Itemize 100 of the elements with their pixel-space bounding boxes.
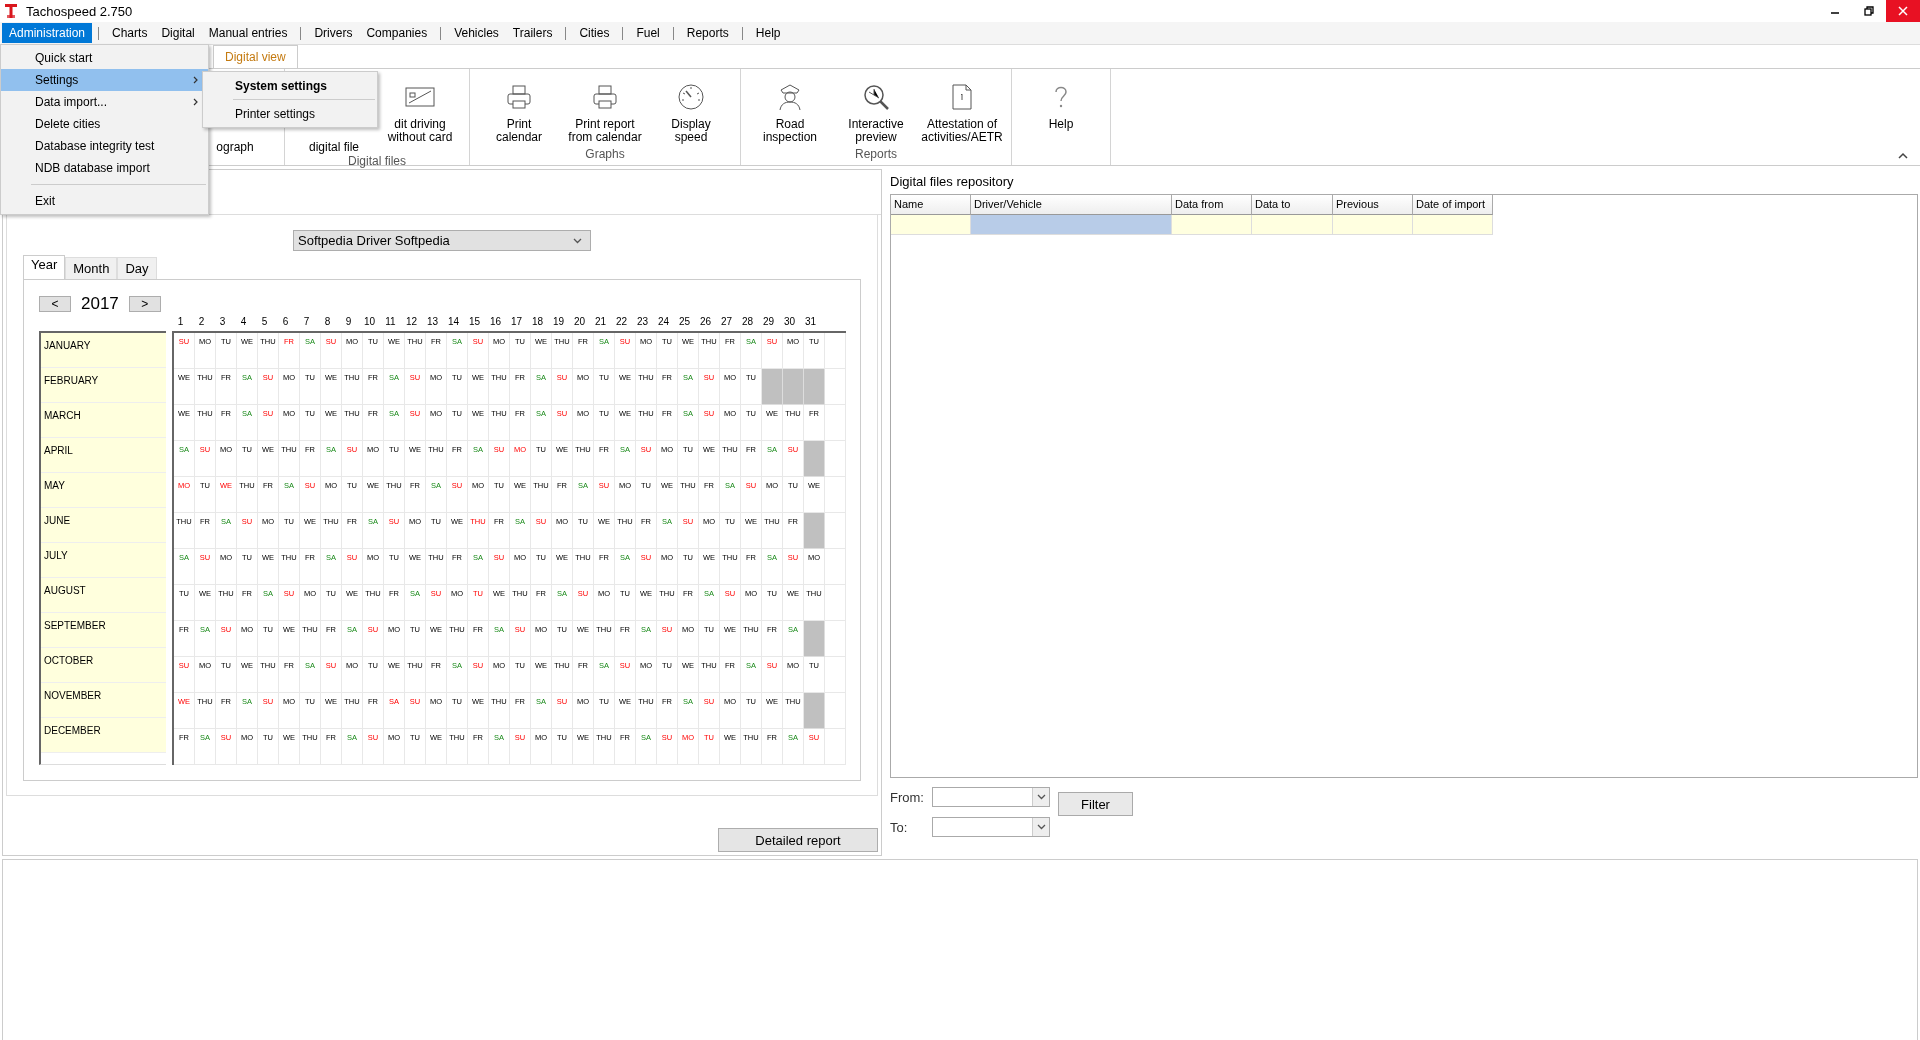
month-label: MARCH [41, 403, 166, 438]
day-number: 1 [176, 316, 185, 329]
table-cell[interactable] [1333, 215, 1413, 235]
unavailable-day-cell [804, 369, 825, 405]
panel-title: Digital files repository [890, 174, 1015, 189]
menu-item[interactable]: Settings [1, 69, 208, 91]
menu-item[interactable]: Reports [679, 23, 736, 43]
menu-item[interactable]: Fuel [629, 23, 667, 43]
chevron-down-icon [1036, 824, 1046, 830]
ribbon-tab[interactable]: Digital view [213, 45, 298, 68]
ribbon-button-label[interactable]: Attestation of activities/AETR [919, 115, 1005, 144]
day-number: 27 [719, 316, 734, 329]
view-tab[interactable]: Year [23, 255, 66, 279]
blank-day-cell [825, 405, 846, 441]
table-cell[interactable] [1413, 215, 1493, 235]
menu-item-label: Database integrity test [35, 139, 155, 153]
day-number: 15 [467, 316, 482, 329]
driver-dropdown[interactable]: Softpedia Driver Softpedia [293, 230, 591, 251]
filter-button[interactable]: Filter [1058, 792, 1133, 816]
day-number: 20 [572, 316, 587, 329]
unavailable-day-cell [804, 441, 825, 477]
next-year-button[interactable]: > [128, 296, 161, 312]
menu-item[interactable]: Quick start [1, 47, 208, 69]
blank-day-cell [825, 333, 846, 369]
view-tab[interactable]: Month [65, 257, 118, 279]
menu-item[interactable]: NDB database import [1, 157, 208, 179]
menu-item[interactable]: Help [748, 23, 788, 43]
month-label: APRIL [41, 438, 166, 473]
menu-item[interactable]: Companies [359, 23, 435, 43]
ribbon-button-label[interactable]: Road inspection [760, 115, 819, 144]
menu-item[interactable]: Charts [105, 23, 155, 43]
ribbon-button-label[interactable]: Help [1046, 115, 1076, 131]
ribbon-button-label[interactable]: Print calendar [494, 115, 544, 144]
month-label: AUGUST [41, 578, 166, 613]
view-tab[interactable]: Day [117, 257, 157, 279]
day-number: 30 [782, 316, 797, 329]
blank-day-cell [825, 693, 846, 729]
menu-item-label: Settings [35, 73, 79, 87]
table-cell[interactable] [971, 215, 1172, 235]
day-number: 4 [239, 316, 248, 329]
to-date-field[interactable] [932, 817, 1050, 837]
day-number: 24 [656, 316, 671, 329]
ribbon-button-label[interactable]: Interactive preview [846, 115, 906, 144]
app-logo-icon [4, 3, 18, 19]
gauge-icon [677, 83, 705, 111]
close-icon [1898, 6, 1908, 16]
menu-item[interactable]: Drivers [307, 23, 360, 43]
column-header[interactable]: Data from [1172, 195, 1252, 215]
year-label: 2017 [81, 294, 119, 314]
detailed-report-button[interactable]: Detailed report [718, 828, 878, 852]
menu-item[interactable]: Manual entries [201, 23, 295, 43]
day-number: 23 [635, 316, 650, 329]
menu-item-label: Data import... [35, 95, 108, 109]
document-icon [951, 83, 973, 111]
column-header[interactable]: Previous [1333, 195, 1413, 215]
menu-item[interactable]: Cities [572, 23, 617, 43]
unavailable-day-cell [804, 693, 825, 729]
month-label: FEBRUARY [41, 368, 166, 403]
menu-item[interactable]: Digital [154, 23, 202, 43]
restore-icon [1864, 6, 1874, 16]
ribbon-group-label: Digital files [348, 154, 406, 168]
from-date-field[interactable] [932, 787, 1050, 807]
menu-item[interactable]: Vehicles [447, 23, 506, 43]
magnifier-icon [862, 83, 890, 111]
blank-day-cell [825, 585, 846, 621]
previous-year-button[interactable]: < [39, 296, 71, 312]
day-number: 11 [384, 316, 397, 329]
blank-day-cell [825, 729, 846, 765]
officer-icon [777, 83, 803, 111]
ribbon-button-label[interactable]: dit driving without card [385, 115, 455, 144]
day-number: 17 [509, 316, 524, 329]
column-header[interactable]: Driver/Vehicle [971, 195, 1172, 215]
day-number: 22 [614, 316, 629, 329]
ribbon-button-label[interactable]: Display speed [669, 115, 713, 144]
ribbon-group-label: Graphs [585, 147, 625, 161]
column-header[interactable]: Name [891, 195, 971, 215]
menu-item[interactable]: Administration [2, 23, 93, 43]
collapse-caret-icon[interactable] [1898, 152, 1908, 159]
close-button[interactable] [1886, 0, 1920, 22]
blank-day-cell [825, 369, 846, 405]
day-number: 28 [740, 316, 755, 329]
ribbon-button-label[interactable]: Print report from calendar [566, 115, 644, 144]
menu-item-label: Quick start [35, 51, 93, 65]
unavailable-day-cell [804, 621, 825, 657]
month-label: OCTOBER [41, 648, 166, 683]
table-cell[interactable] [891, 215, 971, 235]
day-number: 29 [761, 316, 776, 329]
ribbon-group-label: Reports [855, 147, 897, 161]
menu-item[interactable]: Trailers [505, 23, 560, 43]
blank-day-cell [825, 657, 846, 693]
column-header[interactable]: Date of import [1413, 195, 1493, 215]
menu-item-label: Delete cities [35, 117, 101, 131]
menu-item[interactable]: Exit [1, 190, 208, 212]
menu-item-label: Exit [35, 194, 55, 208]
unavailable-day-cell [783, 369, 804, 405]
table-cell[interactable] [1172, 215, 1252, 235]
table-cell[interactable] [1252, 215, 1333, 235]
blank-day-cell [825, 549, 846, 585]
menu-item[interactable]: Database integrity test [1, 135, 208, 157]
column-header[interactable]: Data to [1252, 195, 1333, 215]
